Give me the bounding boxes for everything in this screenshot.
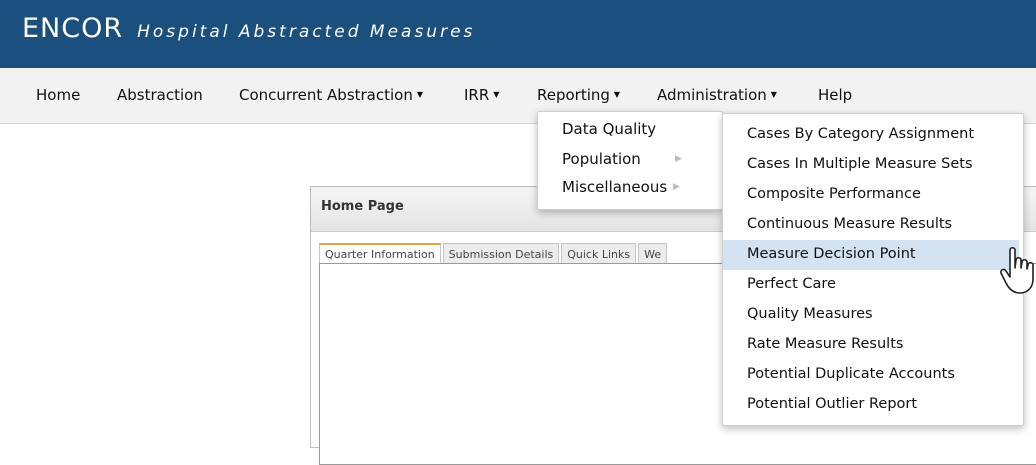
- nav-administration[interactable]: Administration ▼: [657, 86, 777, 104]
- logo-text: ENCOR: [22, 13, 124, 44]
- nav-abstraction[interactable]: Abstraction: [117, 86, 203, 104]
- chevron-right-icon: ▶: [673, 182, 680, 192]
- nav-reporting-label: Reporting: [537, 86, 610, 104]
- nav-home[interactable]: Home: [36, 86, 80, 104]
- menu-item-label: Population: [562, 150, 641, 168]
- caret-down-icon: ▼: [613, 90, 621, 99]
- submenu-item-continuous-measure-results[interactable]: Continuous Measure Results: [723, 210, 1019, 240]
- menu-item-label: Data Quality: [562, 120, 657, 138]
- miscellaneous-submenu: Cases By Category Assignment Cases In Mu…: [722, 113, 1024, 426]
- submenu-item-rate-measure-results[interactable]: Rate Measure Results: [723, 330, 1019, 360]
- tab-quick-links[interactable]: Quick Links: [561, 243, 637, 265]
- submenu-item-label: Potential Duplicate Accounts: [747, 366, 955, 382]
- encor-logo[interactable]: ENCOR Hospital Abstracted Measures: [22, 13, 475, 53]
- submenu-item-cases-multiple-measure-sets[interactable]: Cases In Multiple Measure Sets: [723, 150, 1019, 180]
- nav-administration-label: Administration: [657, 86, 767, 104]
- tab-submission-details[interactable]: Submission Details: [442, 243, 560, 265]
- nav-irr[interactable]: IRR ▼: [464, 86, 499, 104]
- submenu-item-label: Perfect Care: [747, 276, 836, 292]
- menu-item-label: Miscellaneous: [562, 178, 668, 196]
- nav-concurrent-abstraction[interactable]: Concurrent Abstraction ▼: [239, 86, 423, 104]
- submenu-item-label: Rate Measure Results: [747, 336, 904, 352]
- reporting-dropdown: Data Quality Population ▶ Miscellaneous …: [537, 111, 723, 210]
- submenu-item-label: Cases By Category Assignment: [747, 126, 975, 142]
- submenu-item-label: Composite Performance: [747, 186, 921, 202]
- submenu-item-composite-performance[interactable]: Composite Performance: [723, 180, 1019, 210]
- chevron-right-icon: ▶: [675, 154, 682, 164]
- caret-down-icon: ▼: [493, 90, 500, 99]
- submenu-item-label: Measure Decision Point: [747, 246, 916, 262]
- submenu-item-quality-measures[interactable]: Quality Measures: [723, 300, 1019, 330]
- submenu-item-label: Continuous Measure Results: [747, 216, 953, 232]
- tab-we[interactable]: We: [638, 243, 668, 265]
- submenu-item-label: Quality Measures: [747, 306, 873, 322]
- page-title: Home Page: [321, 199, 404, 214]
- submenu-item-cases-by-category[interactable]: Cases By Category Assignment: [723, 120, 1019, 150]
- nav-concurrent-label: Concurrent Abstraction: [239, 86, 413, 104]
- caret-down-icon: ▼: [416, 90, 424, 99]
- submenu-item-potential-outlier-report[interactable]: Potential Outlier Report: [723, 390, 1019, 420]
- submenu-item-perfect-care[interactable]: Perfect Care: [723, 270, 1019, 300]
- nav-reporting[interactable]: Reporting ▼: [537, 86, 620, 104]
- caret-down-icon: ▼: [770, 90, 777, 99]
- submenu-item-potential-duplicate-accounts[interactable]: Potential Duplicate Accounts: [723, 360, 1019, 390]
- submenu-item-label: Potential Outlier Report: [747, 396, 918, 412]
- nav-abstraction-label: Abstraction: [117, 86, 203, 104]
- app-header: ENCOR Hospital Abstracted Measures: [0, 0, 1036, 68]
- hand-pointer-icon: [1000, 246, 1034, 294]
- nav-irr-label: IRR: [464, 86, 490, 104]
- nav-home-label: Home: [36, 86, 81, 104]
- nav-help-label: Help: [818, 86, 853, 104]
- home-tabs: Quarter Information Submission Details Q…: [319, 243, 669, 265]
- submenu-item-measure-decision-point[interactable]: Measure Decision Point: [723, 240, 1019, 270]
- app-title: Hospital Abstracted Measures: [137, 22, 476, 42]
- submenu-item-label: Cases In Multiple Measure Sets: [747, 156, 973, 172]
- nav-help[interactable]: Help: [818, 86, 852, 104]
- tab-quarter-information[interactable]: Quarter Information: [319, 243, 441, 265]
